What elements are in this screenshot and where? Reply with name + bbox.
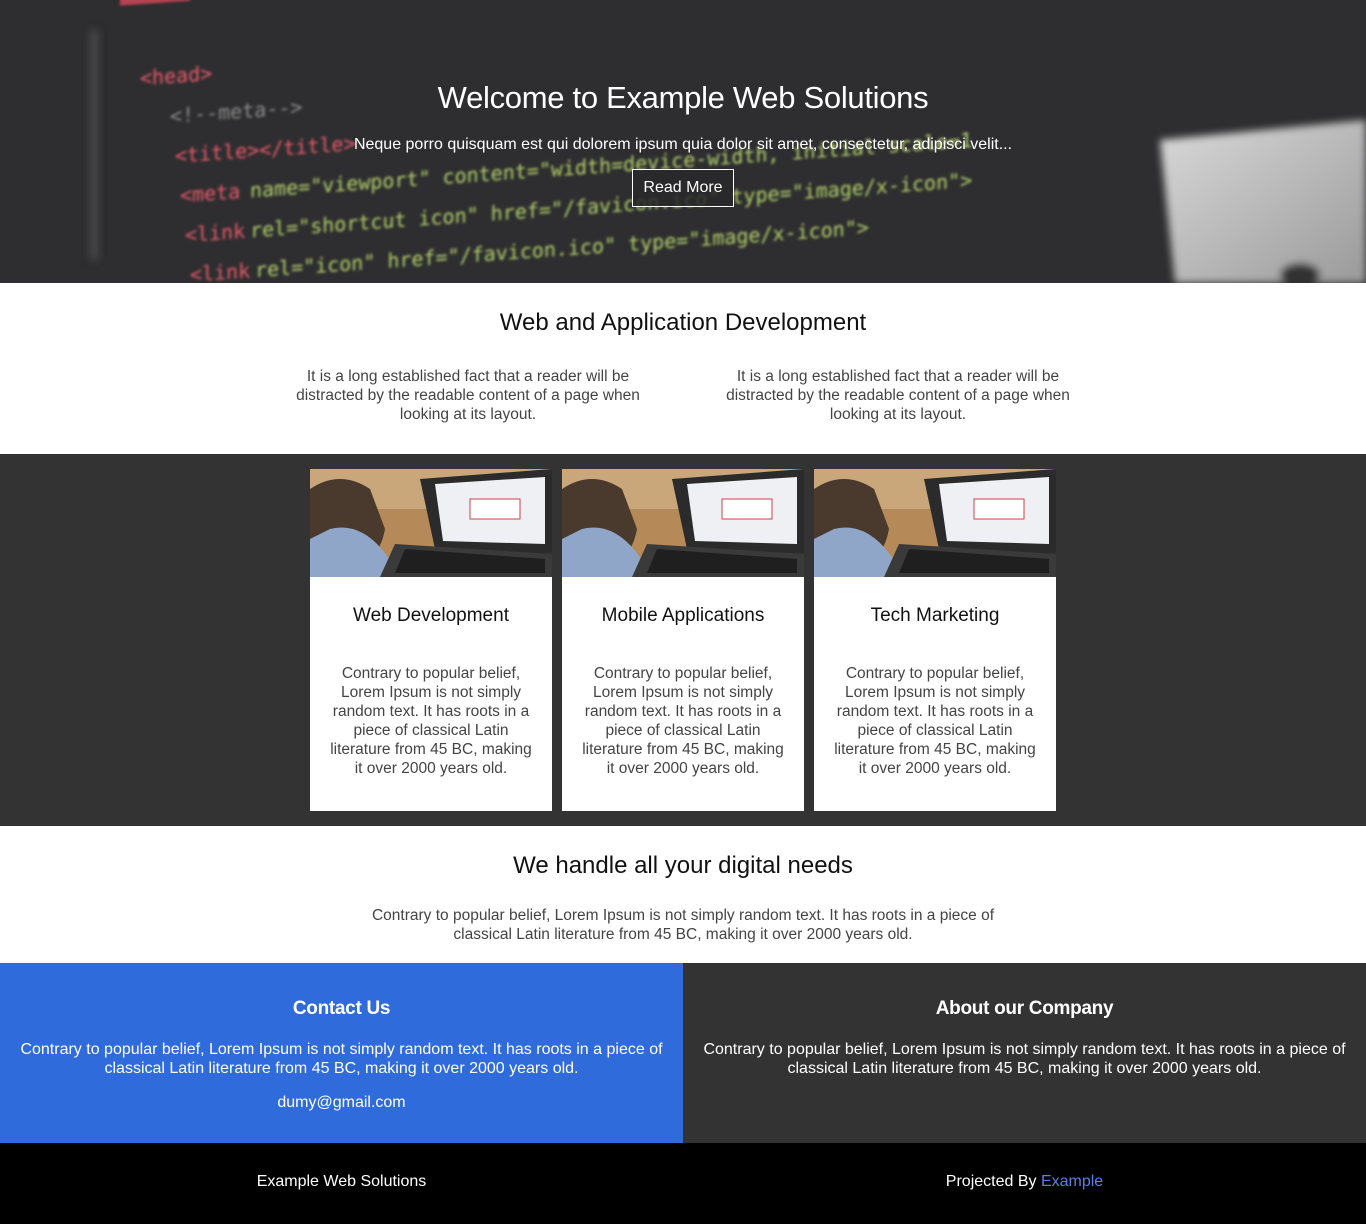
hero-title: Welcome to Example Web Solutions [437,80,929,115]
hero-content: Welcome to Example Web Solutions Neque p… [0,0,1366,207]
footer: Example Web Solutions Projected By Examp… [0,1143,1366,1224]
service-card-title: Web Development [353,605,509,626]
about-panel: About our Company Contrary to popular be… [683,963,1366,1143]
contact-title: Contact Us [292,998,391,1019]
development-column-left: It is a long established fact that a rea… [296,368,640,423]
service-card-title: Tech Marketing [870,605,1000,626]
about-title: About our Company [935,998,1114,1019]
footer-credit-link[interactable]: Example [1041,1173,1103,1190]
service-card-text: Contrary to popular belief, Lorem Ipsum … [330,665,532,777]
contact-email-link[interactable]: dumy@gmail.com [0,1094,683,1112]
footer-brand: Example Web Solutions [256,1173,427,1190]
service-card-mobile-applications: Mobile Applications Contrary to popular … [562,469,804,811]
laptop-work-image [310,469,552,577]
contact-text: Contrary to popular belief, Lorem Ipsum … [20,1041,663,1077]
info-section: Contact Us Contrary to popular belief, L… [0,963,1366,1143]
svg-text:<link: <link [185,219,245,247]
service-cards: Web Development Contrary to popular beli… [0,469,1366,811]
hero-section: <head> <!--meta--> <title></title> <meta… [0,0,1366,283]
footer-credit-prefix: Projected By [945,1173,1041,1190]
development-title: Web and Application Development [499,309,867,336]
service-card-text: Contrary to popular belief, Lorem Ipsum … [582,665,784,777]
read-more-button[interactable]: Read More [632,169,734,207]
svg-text:<link: <link [190,259,250,283]
digital-needs-title: We handle all your digital needs [513,852,853,879]
service-card-tech-marketing: Tech Marketing Contrary to popular belie… [814,469,1056,811]
development-column-right: It is a long established fact that a rea… [726,368,1070,423]
footer-credit: Projected By Example [683,1143,1366,1224]
digital-needs-text: Contrary to popular belief, Lorem Ipsum … [371,907,994,943]
hero-subtitle: Neque porro quisquam est qui dolorem ips… [353,136,1013,153]
development-section: Web and Application Development It is a … [0,283,1366,454]
service-card-text: Contrary to popular belief, Lorem Ipsum … [834,665,1036,777]
contact-panel: Contact Us Contrary to popular belief, L… [0,963,683,1143]
about-text: Contrary to popular belief, Lorem Ipsum … [703,1041,1346,1077]
services-section: Web Development Contrary to popular beli… [0,454,1366,826]
development-columns: It is a long established fact that a rea… [0,367,1366,424]
laptop-work-image [562,469,804,577]
service-card-web-development: Web Development Contrary to popular beli… [310,469,552,811]
laptop-work-image [814,469,1056,577]
digital-needs-section: We handle all your digital needs Contrar… [0,826,1366,963]
service-card-title: Mobile Applications [601,605,765,626]
